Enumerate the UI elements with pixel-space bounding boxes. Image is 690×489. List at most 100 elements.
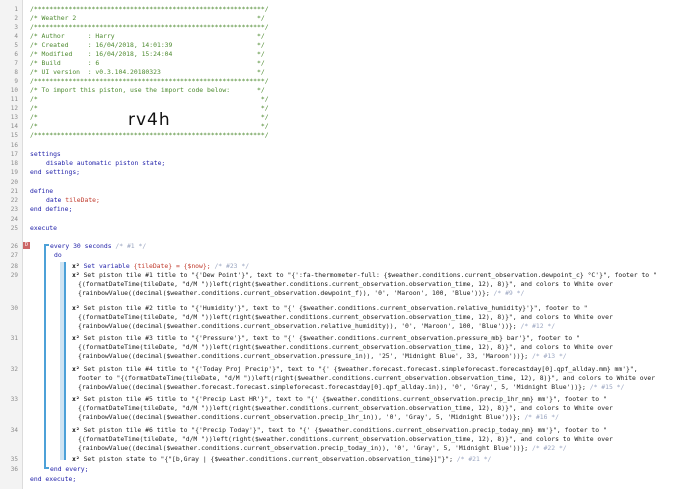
line-number: 18	[10, 160, 18, 167]
settings-keyword: settings	[30, 150, 61, 158]
header-border-bottom: /***************************************…	[30, 131, 269, 139]
task-icon: x²	[72, 426, 80, 434]
task-icon: x²	[72, 262, 80, 270]
tiledate-var: tileDate;	[65, 196, 100, 204]
line-number: 19	[10, 169, 18, 176]
piston-state-text: Set piston state to "{"[b,Gray | {$weath…	[83, 455, 453, 463]
define-keyword: define	[30, 187, 54, 195]
line-number: 17	[10, 151, 18, 158]
task-icon: x²	[72, 395, 80, 403]
task-icon: x²	[72, 304, 80, 312]
do-block-bar	[60, 262, 64, 460]
header-modified: /* Modified : 16/04/2018, 15:24:04 */	[30, 50, 265, 58]
line-number: 29	[10, 272, 18, 279]
set-variable-value: = {$now};	[175, 262, 211, 270]
tile3-line-c: {rainbowValue((decimal($weather.conditio…	[78, 352, 529, 360]
task-icon: x²	[72, 365, 80, 373]
header-import-note: /* To import this piston, use the import…	[30, 86, 265, 94]
end-define: end define;	[30, 205, 73, 213]
tile3-statement[interactable]: x² Set piston tile #3 title to "{'Pressu…	[72, 334, 580, 343]
line-number: 25	[10, 225, 18, 232]
tile3-note: /* #13 */	[532, 352, 567, 360]
end-settings: end settings;	[30, 168, 81, 176]
header-title: /* Weather 2 */	[30, 14, 265, 22]
execute-keyword: execute	[30, 224, 57, 232]
line-number: 6	[14, 51, 18, 58]
line-number: 3	[14, 24, 18, 31]
set-variable-note: /* #23 */	[214, 262, 250, 270]
line-number: 10	[10, 87, 18, 94]
tile6-line-a: Set piston tile #6 title to "{'Precip To…	[83, 426, 607, 434]
line-number: 2	[14, 15, 18, 22]
date-type: date	[46, 196, 62, 204]
line-number: 36	[10, 466, 18, 473]
set-variable-text: Set variable	[83, 262, 130, 270]
every-note: /* #1 */	[115, 242, 147, 250]
tile2-line-c: {rainbowValue((decimal($weather.conditio…	[78, 322, 517, 330]
tile5-line-c-row: {rainbowValue((decimal($weather.conditio…	[78, 413, 559, 422]
task-icon: x²	[72, 271, 80, 279]
tile6-statement[interactable]: x² Set piston tile #6 title to "{'Precip…	[72, 426, 607, 435]
set-variable-statement[interactable]: x² Set variable {tileDate} = {$now}; /* …	[72, 262, 249, 271]
header-border-3: /***************************************…	[30, 77, 269, 85]
tile4-line-c: {rainbowValue((decimal($weather.forecast…	[78, 383, 586, 391]
header-border-2: /***************************************…	[30, 23, 269, 31]
line-number: 12	[10, 105, 18, 112]
import-code: rv4h	[128, 110, 171, 130]
header-border-top: /***************************************…	[30, 5, 269, 13]
every-statement[interactable]: every 30 seconds /* #1 */	[50, 242, 146, 251]
define-var: date tileDate;	[46, 196, 100, 205]
tile2-line-b: {(formatDateTime(tileDate, "d/M "))left(…	[78, 313, 613, 321]
header-blank-1: /* */	[30, 95, 269, 103]
tile6-line-c-row: {rainbowValue((decimal($weather.conditio…	[78, 444, 567, 453]
tile2-line-c-row: {rainbowValue((decimal($weather.conditio…	[78, 322, 555, 331]
tile4-note: /* #15 */	[589, 383, 625, 391]
line-number: 15	[10, 132, 18, 139]
tile6-note: /* #22 */	[532, 444, 567, 452]
task-icon: x²	[72, 455, 80, 463]
every-block-top	[44, 244, 49, 246]
line-number: 28	[10, 263, 18, 270]
tile2-line-a: Set piston tile #2 title to "{'Humidity'…	[83, 304, 588, 312]
tile4-statement[interactable]: x² Set piston tile #4 title to "{'Today …	[72, 365, 638, 374]
header-author: /* Author : Harry */	[30, 32, 265, 40]
tile1-line-a: Set piston tile #1 title to "{'Dew Point…	[83, 271, 657, 279]
line-number: 26	[10, 243, 18, 250]
line-number: 7	[14, 60, 18, 67]
line-number: 30	[10, 305, 18, 312]
line-number: 23	[10, 206, 18, 213]
tile6-line-b: {(formatDateTime(tileDate, "d/M "))left(…	[78, 435, 613, 443]
line-number: 31	[10, 335, 18, 342]
code-editor[interactable]: 1 2 3 4 5 6 7 8 9 10 11 12 13 14 15 16 17 18 19 20 21 22 23 24 2…	[0, 0, 690, 489]
line-number: 24	[10, 216, 18, 223]
every-block-bottom	[44, 467, 49, 469]
tile2-note: /* #12 */	[520, 322, 556, 330]
header-created: /* Created : 16/04/2018, 14:01:39 */	[30, 41, 265, 49]
tile1-statement[interactable]: x² Set piston tile #1 title to "{'Dew Po…	[72, 271, 657, 280]
piston-state-statement[interactable]: x² Set piston state to "{"[b,Gray | {$we…	[72, 455, 491, 464]
end-every: end every;	[50, 465, 89, 473]
line-number: 1	[14, 6, 18, 13]
tile3-line-c-row: {rainbowValue((decimal($weather.conditio…	[78, 352, 567, 361]
tile5-line-a: Set piston tile #5 title to "{'Precip La…	[83, 395, 607, 403]
task-icon: x²	[72, 334, 80, 342]
tile2-statement[interactable]: x² Set piston tile #2 title to "{'Humidi…	[72, 304, 588, 313]
tile5-note: /* #16 */	[524, 413, 559, 421]
breakpoint-icon[interactable]: D	[23, 242, 30, 249]
line-number: 27	[10, 252, 18, 259]
every-text: every 30 seconds	[50, 242, 112, 250]
tile1-line-b: {(formatDateTime(tileDate, "d/M "))left(…	[78, 280, 613, 288]
tile5-line-c: {rainbowValue((decimal($weather.conditio…	[78, 413, 521, 421]
line-number: 5	[14, 42, 18, 49]
do-keyword: do	[54, 251, 62, 259]
header-build: /* Build : 6 */	[30, 59, 265, 67]
tile5-line-b: {(formatDateTime(tileDate, "d/M "))left(…	[78, 404, 613, 412]
line-number: 13	[10, 114, 18, 121]
tile1-line-c: {rainbowValue((decimal($weather.conditio…	[78, 289, 490, 297]
line-number: 21	[10, 188, 18, 195]
tile5-statement[interactable]: x² Set piston tile #5 title to "{'Precip…	[72, 395, 607, 404]
piston-state-note: /* #21 */	[456, 455, 492, 463]
end-execute: end execute;	[30, 475, 77, 483]
line-number: 20	[10, 179, 18, 186]
tile1-line-c-row: {rainbowValue((decimal($weather.conditio…	[78, 289, 524, 298]
